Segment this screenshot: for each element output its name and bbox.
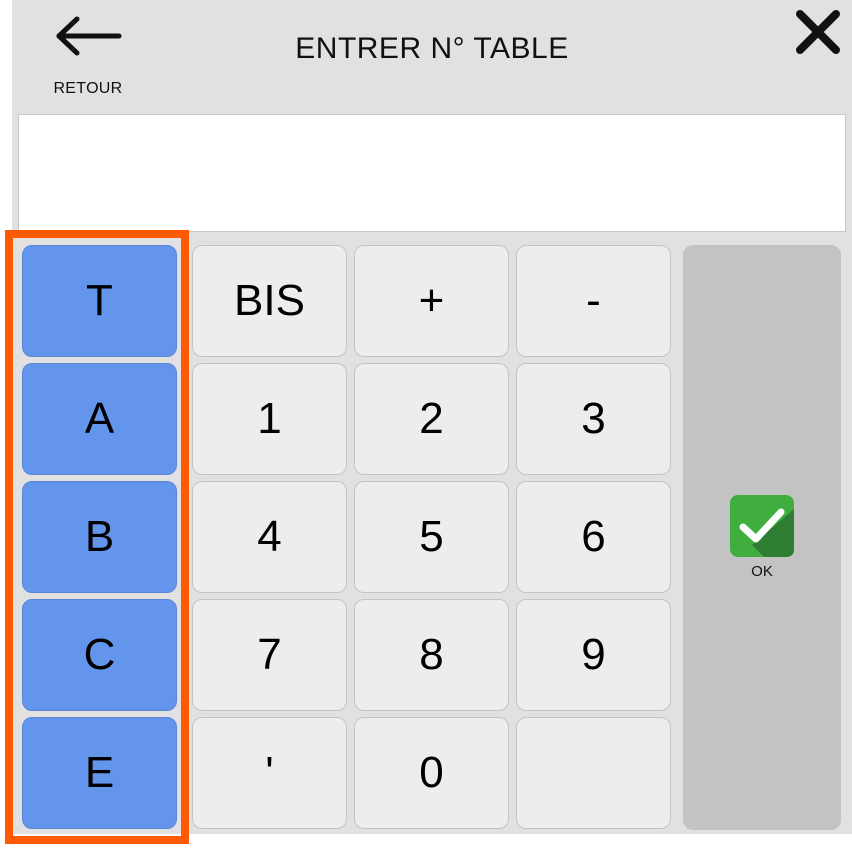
key-plus[interactable]: + [354, 245, 509, 357]
back-label: RETOUR [53, 80, 123, 97]
key-letter-b[interactable]: B [22, 481, 177, 593]
key-apostrophe[interactable]: ' [192, 717, 347, 829]
key-7[interactable]: 7 [192, 599, 347, 711]
key-5[interactable]: 5 [354, 481, 509, 593]
table-number-input[interactable] [18, 114, 846, 232]
key-minus[interactable]: - [516, 245, 671, 357]
key-letter-e[interactable]: E [22, 717, 177, 829]
key-6[interactable]: 6 [516, 481, 671, 593]
close-icon [796, 10, 840, 54]
key-8[interactable]: 8 [354, 599, 509, 711]
key-letter-c[interactable]: C [22, 599, 177, 711]
key-letter-a[interactable]: A [22, 363, 177, 475]
key-1[interactable]: 1 [192, 363, 347, 475]
ok-button[interactable]: OK [683, 245, 841, 830]
key-letter-t[interactable]: T [22, 245, 177, 357]
close-button[interactable] [794, 8, 844, 58]
key-blank[interactable] [516, 717, 671, 829]
key-bis[interactable]: BIS [192, 245, 347, 357]
check-icon [730, 495, 794, 557]
page-title: ENTRER N° TABLE [295, 32, 569, 65]
key-4[interactable]: 4 [192, 481, 347, 593]
key-3[interactable]: 3 [516, 363, 671, 475]
key-9[interactable]: 9 [516, 599, 671, 711]
key-2[interactable]: 2 [354, 363, 509, 475]
key-0[interactable]: 0 [354, 717, 509, 829]
ok-label: OK [751, 563, 773, 580]
